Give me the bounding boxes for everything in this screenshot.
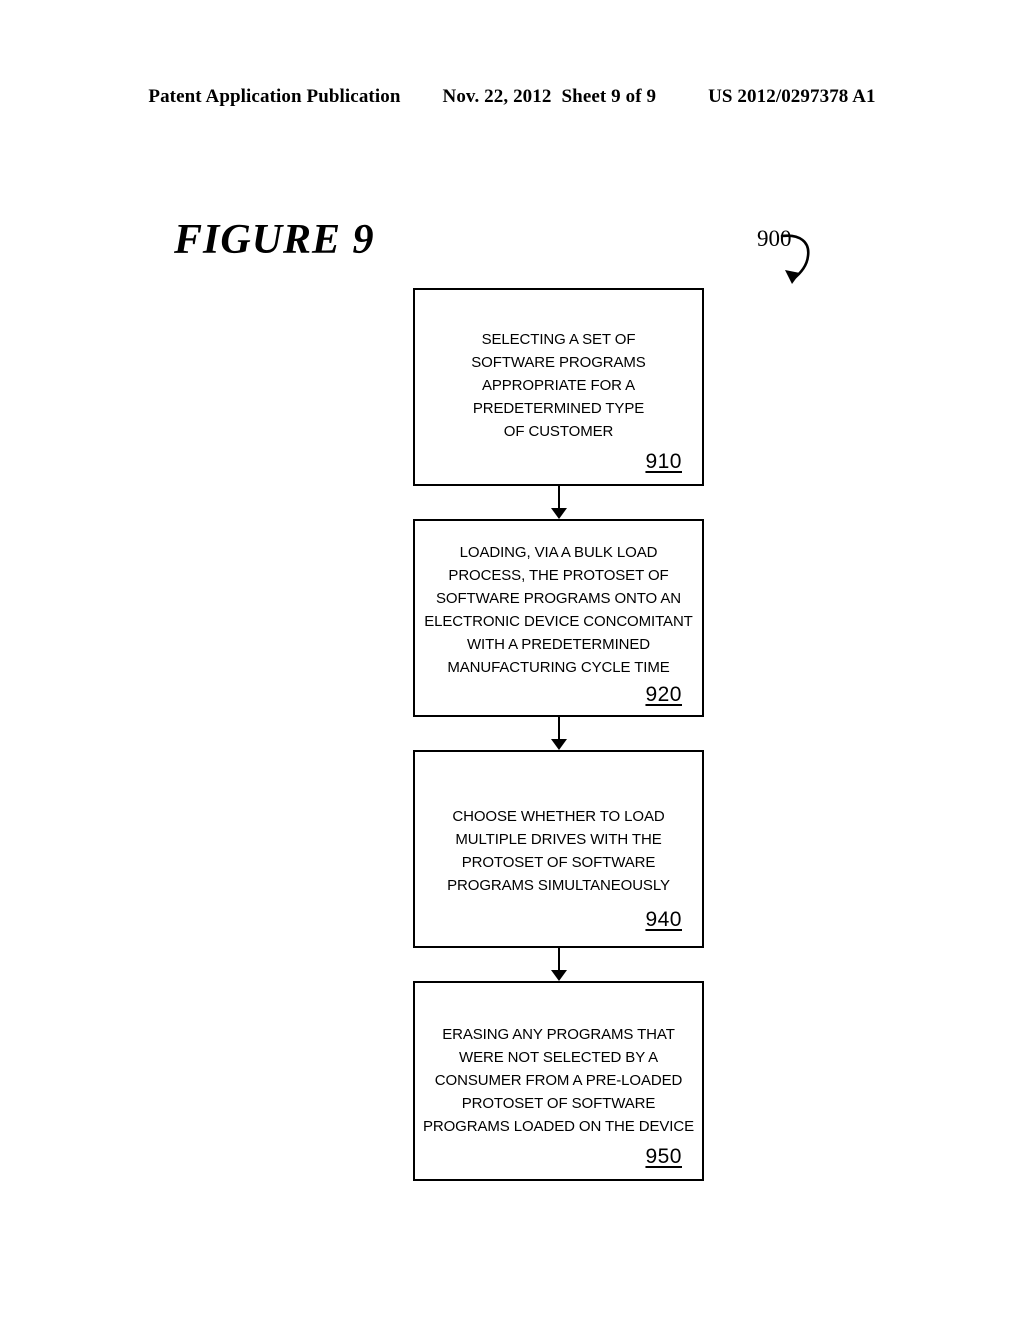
publication-header: Patent Application Publication Nov. 22, … <box>0 86 1024 112</box>
curved-arrow-icon <box>780 234 810 284</box>
flowchart-node-950-line-3: CONSUMER FROM A PRE-LOADED <box>434 1071 683 1089</box>
flowchart-node-910-line-5: OF CUSTOMER <box>503 422 614 440</box>
flowchart-node-910-number: 910 <box>645 450 682 473</box>
flowchart-node-940-number: 940 <box>645 908 682 931</box>
flowchart-node-910[interactable]: SELECTING A SET OF SOFTWARE PROGRAMS APP… <box>413 288 704 486</box>
flowchart-node-940[interactable]: CHOOSE WHETHER TO LOAD MULTIPLE DRIVES W… <box>413 750 704 948</box>
flowchart-node-950-line-2: WERE NOT SELECTED BY A <box>459 1048 658 1066</box>
publication-header-date: Nov. 22, 2012 <box>442 86 552 107</box>
flowchart-node-910-line-1: SELECTING A SET OF <box>481 330 636 348</box>
flowchart-node-920-text: LOADING, VIA A BULK LOAD PROCESS, THE PR… <box>415 521 702 683</box>
flowchart-node-950-text: ERASING ANY PROGRAMS THAT WERE NOT SELEC… <box>415 983 702 1145</box>
flowchart-node-950-line-5: PROGRAMS LOADED ON THE DEVICE <box>422 1117 695 1135</box>
flowchart-node-910-line-3: APPROPRIATE FOR A <box>481 376 636 394</box>
flowchart-connector-940-950 <box>413 948 704 981</box>
flowchart-node-950[interactable]: ERASING ANY PROGRAMS THAT WERE NOT SELEC… <box>413 981 704 1181</box>
down-arrow-icon <box>551 970 567 981</box>
flowchart-node-940-line-3: PROTOSET OF SOFTWARE <box>461 854 656 871</box>
flowchart-node-920-number: 920 <box>645 683 682 706</box>
flowchart-node-910-line-2: SOFTWARE PROGRAMS <box>471 353 646 371</box>
flowchart-node-940-line-2: MULTIPLE DRIVES WITH THE <box>455 831 662 848</box>
flowchart-node-940-line-1: CHOOSE WHETHER TO LOAD <box>452 808 665 825</box>
flowchart-connector-920-940 <box>413 717 704 750</box>
flowchart-node-920-line-6: MANUFACTURING CYCLE TIME <box>447 659 670 676</box>
flowchart-connector-910-920 <box>413 486 704 519</box>
flowchart-node-920[interactable]: LOADING, VIA A BULK LOAD PROCESS, THE PR… <box>413 519 704 717</box>
flowchart-node-950-number: 950 <box>645 1145 682 1168</box>
flowchart-node-910-text: SELECTING A SET OF SOFTWARE PROGRAMS APP… <box>415 290 702 450</box>
flowchart-node-920-line-2: PROCESS, THE PROTOSET OF <box>448 567 669 584</box>
flowchart-node-940-line-4: PROGRAMS SIMULTANEOUSLY <box>447 877 670 894</box>
flowchart-node-950-line-4: PROTOSET OF SOFTWARE <box>461 1094 656 1112</box>
down-arrow-icon <box>551 508 567 519</box>
flowchart-node-920-line-5: WITH A PREDETERMINED <box>466 636 651 653</box>
flowchart-node-940-text: CHOOSE WHETHER TO LOAD MULTIPLE DRIVES W… <box>415 752 702 908</box>
publication-header-number: US 2012/0297378 A1 <box>708 86 876 107</box>
publication-header-title: Patent Application Publication <box>148 86 401 107</box>
flowchart-node-950-line-1: ERASING ANY PROGRAMS THAT <box>442 1025 675 1043</box>
connector-stem <box>558 717 560 741</box>
flowchart-node-920-line-4: ELECTRONIC DEVICE CONCOMITANT <box>424 613 693 630</box>
flowchart-node-910-line-4: PREDETERMINED TYPE <box>472 399 645 417</box>
flowchart-node-920-line-3: SOFTWARE PROGRAMS ONTO AN <box>435 590 682 607</box>
down-arrow-icon <box>551 739 567 750</box>
connector-stem <box>558 948 560 972</box>
publication-header-sheet: Sheet 9 of 9 <box>561 86 657 107</box>
connector-stem <box>558 486 560 510</box>
figure-caption: FIGURE 9 <box>174 217 375 263</box>
flowchart-node-920-line-1: LOADING, VIA A BULK LOAD <box>459 544 658 561</box>
flowchart: SELECTING A SET OF SOFTWARE PROGRAMS APP… <box>413 288 704 1181</box>
